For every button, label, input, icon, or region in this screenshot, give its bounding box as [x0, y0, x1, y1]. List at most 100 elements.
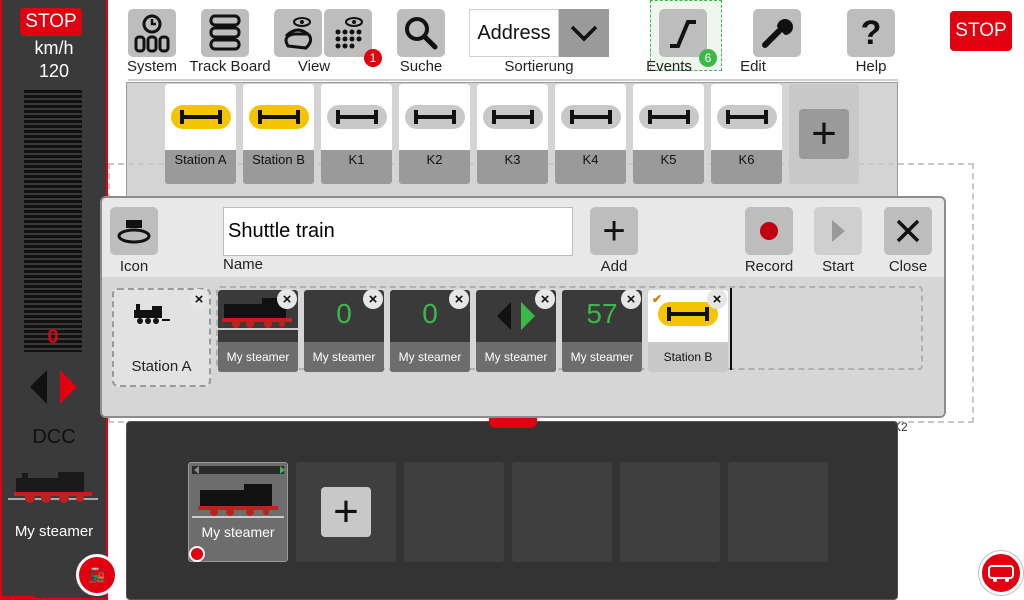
step-caption: My steamer: [218, 342, 298, 372]
view-label: View: [297, 58, 331, 75]
empty-loco-slot[interactable]: [620, 462, 720, 562]
track-tile-label: K5: [660, 152, 677, 167]
icon-picker-button[interactable]: [110, 207, 158, 255]
close-icon: [896, 219, 920, 243]
track-tile-label: K3: [504, 152, 521, 167]
direction-reverse-icon[interactable]: [30, 370, 47, 404]
help-label: Help: [855, 58, 887, 75]
add-loco-slot[interactable]: +: [296, 462, 396, 562]
current-speed-readout: 0: [47, 326, 59, 348]
speed-slider[interactable]: [24, 90, 82, 352]
empty-loco-slot[interactable]: [404, 462, 504, 562]
speed-control-panel: STOP km/h 120 0 DCC My steamer 🚂: [0, 0, 118, 600]
wrench-icon: [762, 19, 793, 48]
eye-keypad-icon: [335, 17, 363, 49]
close-label: Close: [888, 258, 928, 275]
events-icon: [670, 20, 696, 48]
close-button[interactable]: [884, 207, 932, 255]
remove-step-button[interactable]: ×: [277, 289, 297, 309]
remove-step-button[interactable]: ×: [363, 289, 383, 309]
track-segment-icon: [560, 105, 621, 129]
add-step-button[interactable]: +: [590, 207, 638, 255]
track-tile-station-a[interactable]: Station A: [165, 84, 236, 184]
track-tile-label: K4: [582, 152, 599, 167]
view-layout-button[interactable]: [274, 9, 322, 57]
checkmark-icon: ✔: [652, 292, 663, 306]
loco-list-button[interactable]: [979, 551, 1023, 595]
track-segment-icon: [638, 105, 699, 129]
toolbar-divider: [128, 79, 898, 81]
track-tile-k2[interactable]: K2: [399, 84, 470, 184]
remove-start-station-button[interactable]: ×: [189, 289, 209, 309]
add-track-tile[interactable]: +: [789, 84, 859, 184]
direction-reverse-icon: [497, 302, 511, 330]
train-icon: 🚂: [88, 566, 106, 583]
left-stop-button[interactable]: STOP: [20, 8, 82, 36]
record-label: Record: [744, 258, 794, 275]
track-tile-k4[interactable]: K4: [555, 84, 626, 184]
name-input[interactable]: [223, 207, 573, 256]
plus-icon: +: [602, 209, 626, 253]
plus-icon: +: [799, 109, 849, 159]
direction-forward-icon[interactable]: [60, 370, 77, 404]
track-tile-label: Station B: [252, 152, 305, 167]
emergency-stop-button[interactable]: STOP: [950, 11, 1012, 51]
track-tile-k1[interactable]: K1: [321, 84, 392, 184]
events-button[interactable]: [659, 9, 707, 57]
track-segment-icon: [248, 105, 309, 129]
help-icon: ?: [860, 13, 882, 52]
loco-status-dot: [189, 546, 205, 562]
play-icon: [831, 220, 845, 242]
system-icon: [134, 14, 170, 53]
icon-label: Icon: [119, 258, 149, 275]
loco-bar-handle[interactable]: [489, 418, 537, 428]
search-icon: [405, 17, 438, 50]
speed-max-label: 120: [38, 61, 70, 81]
empty-loco-slot[interactable]: [512, 462, 612, 562]
train-icon: [988, 565, 1014, 582]
track-tile-k5[interactable]: K5: [633, 84, 704, 184]
step-caption: My steamer: [390, 342, 470, 372]
track-tile-k3[interactable]: K3: [477, 84, 548, 184]
track-tile-station-b[interactable]: Station B: [243, 84, 314, 184]
step-caption: My steamer: [476, 342, 556, 372]
help-button[interactable]: ?: [847, 9, 895, 57]
view-badge: 1: [364, 49, 382, 67]
start-station-label: Station A: [131, 358, 192, 375]
insert-cursor: [730, 288, 732, 370]
events-label: Events: [646, 58, 692, 75]
remove-step-button[interactable]: ×: [535, 289, 555, 309]
search-button[interactable]: [397, 9, 445, 57]
sort-select[interactable]: Address: [469, 9, 559, 57]
protocol-label: DCC: [32, 426, 76, 448]
loco-function-button[interactable]: 🚂: [76, 554, 118, 596]
locomotive-image[interactable]: [8, 468, 98, 510]
edit-button[interactable]: [753, 9, 801, 57]
eye-track-icon: [284, 17, 313, 50]
direction-forward-icon: [521, 302, 535, 330]
remove-step-button[interactable]: ×: [449, 289, 469, 309]
panel-edge: [0, 596, 34, 600]
remove-step-button[interactable]: ×: [621, 289, 641, 309]
start-button[interactable]: [814, 207, 862, 255]
track-tile-label: Station A: [174, 152, 227, 167]
edit-label: Edit: [740, 58, 766, 75]
track-tile-k6[interactable]: K6: [711, 84, 782, 184]
direction-reverse-icon: [194, 466, 199, 474]
events-badge: 6: [699, 49, 717, 67]
track-segment-icon: [170, 105, 231, 129]
track-tile-label: K6: [738, 152, 755, 167]
track-board-button[interactable]: [201, 9, 249, 57]
loco-name-label: My steamer: [14, 523, 94, 540]
track-segment-icon: [716, 105, 777, 129]
empty-loco-slot[interactable]: [728, 462, 828, 562]
remove-step-button[interactable]: ×: [707, 289, 727, 309]
step-caption: Station B: [648, 342, 728, 372]
system-button[interactable]: [128, 9, 176, 57]
name-label: Name: [223, 256, 264, 273]
locomotive-icon: [132, 302, 170, 331]
sort-dropdown-button[interactable]: [559, 9, 609, 57]
view-keypad-button[interactable]: [324, 9, 372, 57]
shuttle-icon: [117, 220, 151, 244]
record-button[interactable]: [745, 207, 793, 255]
